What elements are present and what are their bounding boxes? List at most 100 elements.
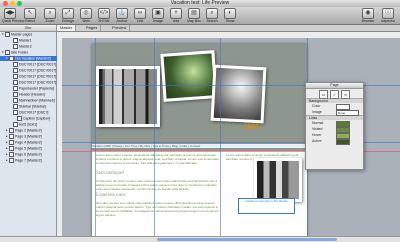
tree-item[interactable]: ▸ Page 3 [Master2] <box>0 134 62 139</box>
trees-photo[interactable] <box>254 158 302 202</box>
select-button[interactable]: ↖ Select <box>22 8 38 24</box>
paragraph-1[interactable]: Ut wisi enim ad minim veniam, quis nostr… <box>96 179 221 191</box>
photo-caption[interactable]: Caption Lorem dol in the photos <box>238 198 295 214</box>
subhead-1[interactable]: Sem undiquef <box>96 171 124 176</box>
layout-page[interactable]: Vacation 2005 Vacation 2005 | Places | O… <box>92 44 307 236</box>
page-icon <box>13 62 18 67</box>
background-rows: Color Image None <box>306 103 363 116</box>
toolbar-label: Add <box>172 19 180 23</box>
enlarge-button[interactable]: ⤢ Enlarge <box>60 8 76 24</box>
zoom-icon: ⌕ <box>44 8 56 19</box>
page-icon <box>13 98 18 103</box>
tree-item-label: Mainnebben [Mainneb] <box>19 98 55 103</box>
tree-item-label: Our Vacation [Master2] <box>15 56 51 61</box>
guide-line[interactable] <box>154 38 155 236</box>
page-icon <box>13 86 18 91</box>
anchor-icon: ⚓ <box>116 8 128 19</box>
show-button[interactable]: ◐ Show <box>222 8 238 24</box>
toolbar-label: Browser <box>361 19 375 23</box>
tree-item[interactable]: ▸ Page 7 [Master2] <box>0 158 62 163</box>
image-button[interactable]: ▣ Image <box>150 8 166 24</box>
page-icon <box>13 122 18 127</box>
tree-item-label: Master2 <box>19 44 32 49</box>
forest-image <box>99 69 157 124</box>
toolbar-label: Quick Preview <box>2 19 25 23</box>
zoom-button[interactable]: ⌕ Zoom <box>42 8 58 24</box>
color-swatch[interactable] <box>336 139 350 145</box>
tree-item-label: DSC?0017 [DSC?0017] <box>19 74 57 79</box>
page-icon <box>9 146 14 151</box>
xhtml-button[interactable]: </> XHTML <box>96 8 112 24</box>
row-label: Visited <box>312 127 323 131</box>
navigation-bar[interactable]: Vacation 2005 | Places | Our Trips | My … <box>92 144 307 148</box>
map-box-button[interactable]: ▤ Map Box <box>186 8 202 24</box>
title-bar: Vacation test: Life Preview <box>0 0 400 7</box>
background-image-row: Image None <box>306 109 363 116</box>
add-button[interactable]: + Add <box>168 8 184 24</box>
guide-line[interactable] <box>220 38 221 236</box>
foggy-image <box>213 67 264 121</box>
inspector-icon: ⓘ <box>382 8 394 19</box>
web-icon: ◎ <box>80 8 92 19</box>
site-sidebar: Site ▾ Master pages Master1 Master2 ▾ Site Fo… <box>0 25 62 242</box>
page-icon[interactable]: ▭ <box>319 90 328 99</box>
tree-item[interactable]: ▾ Site Folder <box>0 50 58 55</box>
enlarge-icon: ⤢ <box>62 8 74 19</box>
headline-text: Vacation <box>206 121 241 132</box>
tree-item[interactable]: ▸ Page 4 [Master2] <box>0 140 62 145</box>
tree-item-label: Master1 <box>19 38 32 43</box>
toolbar-label: Select <box>25 19 35 23</box>
headline[interactable]: Vacation 2005 <box>206 121 260 132</box>
map-box-icon: ▤ <box>188 8 200 19</box>
header-band[interactable]: Vacation 2005 Vacation 2005 | Places | O… <box>92 44 307 151</box>
toolbar-label: Zoom <box>45 19 55 23</box>
tree-item-label: Page 2 [Master2] <box>15 128 42 133</box>
tab-master[interactable]: Master <box>57 25 77 31</box>
green-forest-photo[interactable] <box>160 50 218 102</box>
tab-pages[interactable]: Pages <box>83 25 102 31</box>
link-button[interactable]: ∞ Link <box>132 8 148 24</box>
link-icon: ∞ <box>134 8 146 19</box>
row-label: Hover <box>312 133 322 137</box>
toolbar-label: Link <box>136 19 144 23</box>
search-button[interactable]: ⌕ Search <box>204 8 220 24</box>
tree-item[interactable]: ▸ Page 5 [Master2] <box>0 146 62 151</box>
page-icon <box>13 44 18 49</box>
view-tabs: Master Pages Preview <box>57 25 400 32</box>
scroll-thumb[interactable] <box>157 238 337 241</box>
app-window: Vacation test: Life Preview ◀▶ Quick Prev… <box>0 0 400 242</box>
tree-item[interactable]: ▸ Page 2 [Master2] <box>0 128 62 133</box>
tree-item-label: Sidebar [Sidebar] <box>19 104 47 109</box>
forest-photo[interactable] <box>96 66 160 127</box>
background-icon[interactable]: ✓ <box>330 90 339 99</box>
subhead-2[interactable]: Experiets nunc <box>96 193 126 198</box>
tree-item[interactable]: ▾ Our Vacation [Master2] <box>0 56 62 61</box>
image-popup[interactable]: None <box>336 110 359 116</box>
image-icon: ▣ <box>152 8 164 19</box>
paragraph-2[interactable]: Nam liber tempor cum soluta nobis eleife… <box>96 201 221 236</box>
tree-item-label: Site Folder <box>11 50 28 55</box>
link-icon[interactable]: ∞ <box>341 90 350 99</box>
tree-item-label: DSC?0017 [DSC?0017] <box>19 80 57 85</box>
tree-item[interactable]: ▸ Page 6 [Master2] <box>0 152 62 157</box>
toolbar-label: Anchor <box>116 19 128 23</box>
search-icon: ⌕ <box>206 8 218 19</box>
intro-text[interactable]: Lorem ipsum dolor sit amet, consectetur … <box>96 153 221 169</box>
toolbar-label: Inspector <box>380 19 396 23</box>
tab-preview[interactable]: Preview <box>109 25 131 31</box>
page-icon <box>17 116 22 121</box>
select-icon: ↖ <box>24 8 36 19</box>
anchor-button[interactable]: ⚓ Anchor <box>114 8 130 24</box>
toolbar-label: Search <box>206 19 218 23</box>
row-label: Active <box>312 139 322 143</box>
guide-line[interactable] <box>95 38 96 236</box>
horizontal-scrollbar[interactable] <box>57 236 400 242</box>
toolbar-label: Show <box>225 19 235 23</box>
quick-preview-button[interactable]: ◀▶ Quick Preview <box>2 8 25 24</box>
tree-item[interactable]: ▾ Master pages <box>0 32 58 37</box>
foggy-photo[interactable] <box>210 64 267 124</box>
browser-button[interactable]: ◉ Browser <box>360 8 376 24</box>
inspector-button[interactable]: ⓘ Inspector <box>380 8 396 24</box>
show-icon: ◐ <box>224 8 236 19</box>
web-button[interactable]: ◎ Web <box>78 8 94 24</box>
